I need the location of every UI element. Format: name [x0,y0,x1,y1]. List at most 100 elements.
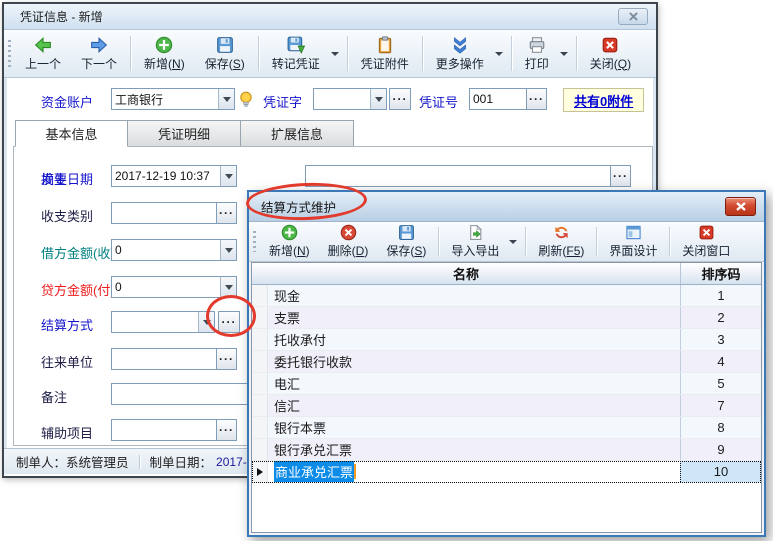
dropdown-arrow-icon[interactable] [330,32,344,75]
name-cell-editing[interactable]: 商业承兑汇票 [268,461,680,482]
tab-voucher-detail[interactable]: 凭证明细 [128,120,241,147]
toolbar-grip [8,40,11,67]
next-button[interactable]: 下一个 [71,32,127,75]
tab-extended-info[interactable]: 扩展信息 [241,120,354,147]
dropdown-arrow-icon[interactable] [220,277,236,297]
voucher-header-row: 资金账户 工商银行 凭证字 凭证号 001 共有0附件 [7,88,653,112]
ellipsis-icon[interactable] [526,89,546,109]
account-label: 资金账户 [41,92,93,111]
toolbar-separator [511,36,512,71]
window-titlebar: 凭证信息 - 新增 [4,4,656,30]
refresh-button[interactable]: 刷新(F5) [529,223,593,260]
import-export-button[interactable]: 导入导出 [442,223,508,260]
text-caret [354,464,356,479]
table-row-selected[interactable]: 商业承兑汇票 10 [252,461,761,483]
counterparty-label: 往来单位 [41,352,93,371]
dropdown-arrow-icon[interactable] [494,32,508,75]
dropdown-arrow-icon[interactable] [220,166,236,186]
occurrence-date-combobox[interactable]: 2017-12-19 10:37 [111,165,237,187]
account-combobox[interactable]: 工商银行 [111,88,235,110]
table-row[interactable]: 托收承付 3 [252,329,761,351]
ellipsis-icon[interactable] [216,349,236,369]
debit-amount-combobox[interactable]: 0 [111,239,237,261]
voucher-word-combobox[interactable] [313,88,387,110]
row-indicator-icon [257,468,263,476]
auxiliary-project-field[interactable] [111,419,237,441]
voucher-attachment-button[interactable]: 凭证附件 [351,32,419,75]
table-row[interactable]: 银行本票 8 [252,417,761,439]
save-button[interactable]: 保存(S) [195,32,255,75]
code-cell: 2 [680,307,761,328]
table-row[interactable]: 委托银行收款 4 [252,351,761,373]
table-row[interactable]: 银行承兑汇票 9 [252,439,761,461]
table-row[interactable]: 支票 2 [252,307,761,329]
save-icon [216,36,234,54]
preparer-value: 系统管理员 [66,452,129,471]
add-icon [155,36,173,54]
previous-button[interactable]: 上一个 [15,32,71,75]
name-cell: 银行承兑汇票 [268,439,680,460]
table-row[interactable]: 现金 1 [252,285,761,307]
close-icon [736,202,746,211]
dropdown-arrow-icon[interactable] [508,223,522,260]
add-icon [281,224,298,241]
code-cell: 1 [680,285,761,306]
refresh-icon [553,224,570,241]
transfer-voucher-button[interactable]: 转记凭证 [262,32,330,75]
double-chevron-down-icon [451,36,469,54]
settlement-method-ellipsis-button[interactable] [218,311,240,333]
close-button[interactable]: 关闭(Q) [580,32,641,75]
dropdown-arrow-icon[interactable] [218,89,234,109]
ellipsis-icon[interactable] [610,166,630,186]
attachments-link[interactable]: 共有0附件 [574,91,633,110]
table-row[interactable]: 信汇 7 [252,395,761,417]
dropdown-arrow-icon[interactable] [370,89,386,109]
tab-basic-info[interactable]: 基本信息 [15,120,128,147]
more-actions-button[interactable]: 更多操作 [426,32,494,75]
ellipsis-icon[interactable] [216,420,236,440]
dialog-save-button[interactable]: 保存(S) [377,223,435,260]
statusbar-separator [139,455,140,469]
summary-label: 摘要 [41,169,67,188]
toolbar-separator [130,36,131,71]
dropdown-arrow-icon[interactable] [559,32,573,75]
print-button[interactable]: 打印 [515,32,559,75]
toolbar-separator [347,36,348,71]
counterparty-field[interactable] [111,348,237,370]
window-close-button[interactable] [618,8,648,25]
dialog-close-button[interactable] [725,197,756,216]
summary-field[interactable] [305,165,631,187]
lightbulb-icon[interactable] [237,90,255,110]
voucher-word-ellipsis-button[interactable] [389,88,411,110]
code-cell: 8 [680,417,761,438]
settlement-method-combobox[interactable] [111,311,215,333]
income-expense-category-field[interactable] [111,202,237,224]
toolbar-separator [525,227,526,256]
ellipsis-icon[interactable] [216,203,236,223]
ui-design-button[interactable]: 界面设计 [600,223,666,260]
name-cell: 托收承付 [268,329,680,350]
toolbar-separator [669,227,670,256]
dialog-delete-button[interactable]: 删除(D) [319,223,378,260]
code-cell: 9 [680,439,761,460]
settlement-method-dialog: 结算方式维护 新增(N) 删除(D) 保存(S) 导入导出 [247,190,766,537]
table-row[interactable]: 电汇 5 [252,373,761,395]
credit-amount-combobox[interactable]: 0 [111,276,237,298]
window-design-icon [625,224,642,241]
voucher-no-field[interactable]: 001 [469,88,547,110]
toolbar-separator [596,227,597,256]
add-button[interactable]: 新增(N) [134,32,195,75]
dropdown-arrow-icon[interactable] [198,312,214,332]
screenshot-canvas: 凭证信息 - 新增 上一个 下一个 新增(N) 保存(S) [0,0,773,541]
income-expense-category-label: 收支类别 [41,206,93,225]
dialog-title: 结算方式维护 [261,197,336,216]
dropdown-arrow-icon[interactable] [220,240,236,260]
close-window-button[interactable]: 关闭窗口 [673,223,739,260]
name-cell: 银行本票 [268,417,680,438]
toolbar-separator [258,36,259,71]
column-header-sort-code[interactable]: 排序码 [680,263,761,284]
voucher-no-label: 凭证号 [419,92,458,111]
dialog-add-button[interactable]: 新增(N) [260,223,319,260]
name-cell: 信汇 [268,395,680,416]
column-header-name[interactable]: 名称 [252,263,680,284]
